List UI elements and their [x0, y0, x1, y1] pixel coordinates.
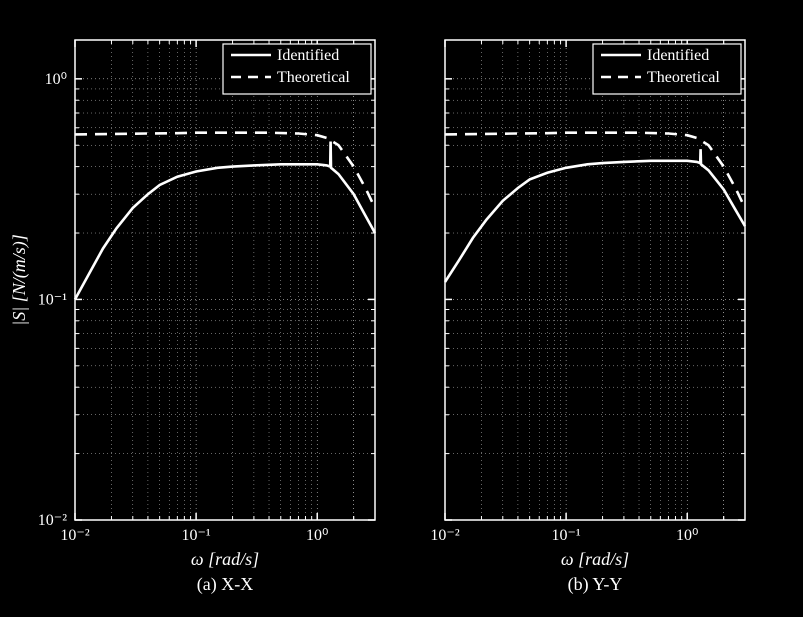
legend-label: Theoretical — [647, 69, 720, 86]
x-axis-label: ω [rad/s] — [561, 549, 629, 569]
legend-label: Identified — [277, 47, 339, 64]
x-tick-label: 10⁻¹ — [551, 527, 580, 544]
x-tick-label: 10⁻¹ — [181, 527, 210, 544]
x-tick-label: 10⁻² — [60, 527, 89, 544]
y-tick-label: 10⁻¹ — [38, 291, 67, 308]
subplot-title: (a) X-X — [197, 574, 253, 595]
x-tick-label: 10⁻² — [430, 527, 459, 544]
y-axis-label: |S| [N/(m/s)] — [9, 234, 30, 325]
x-axis-label: ω [rad/s] — [191, 549, 259, 569]
x-tick-label: 10⁰ — [306, 527, 328, 544]
y-tick-label: 10⁻² — [38, 512, 67, 529]
legend-label: Theoretical — [277, 69, 350, 86]
subplot-title: (b) Y-Y — [568, 574, 623, 595]
y-tick-label: 10⁰ — [45, 71, 67, 88]
x-tick-label: 10⁰ — [676, 527, 698, 544]
legend-label: Identified — [647, 47, 709, 64]
figure: 10⁻² 10⁻¹ 10⁰ 10⁻² 10⁻¹ 10⁰ ω [rad/s] |S| [N/(m… — [0, 0, 803, 617]
